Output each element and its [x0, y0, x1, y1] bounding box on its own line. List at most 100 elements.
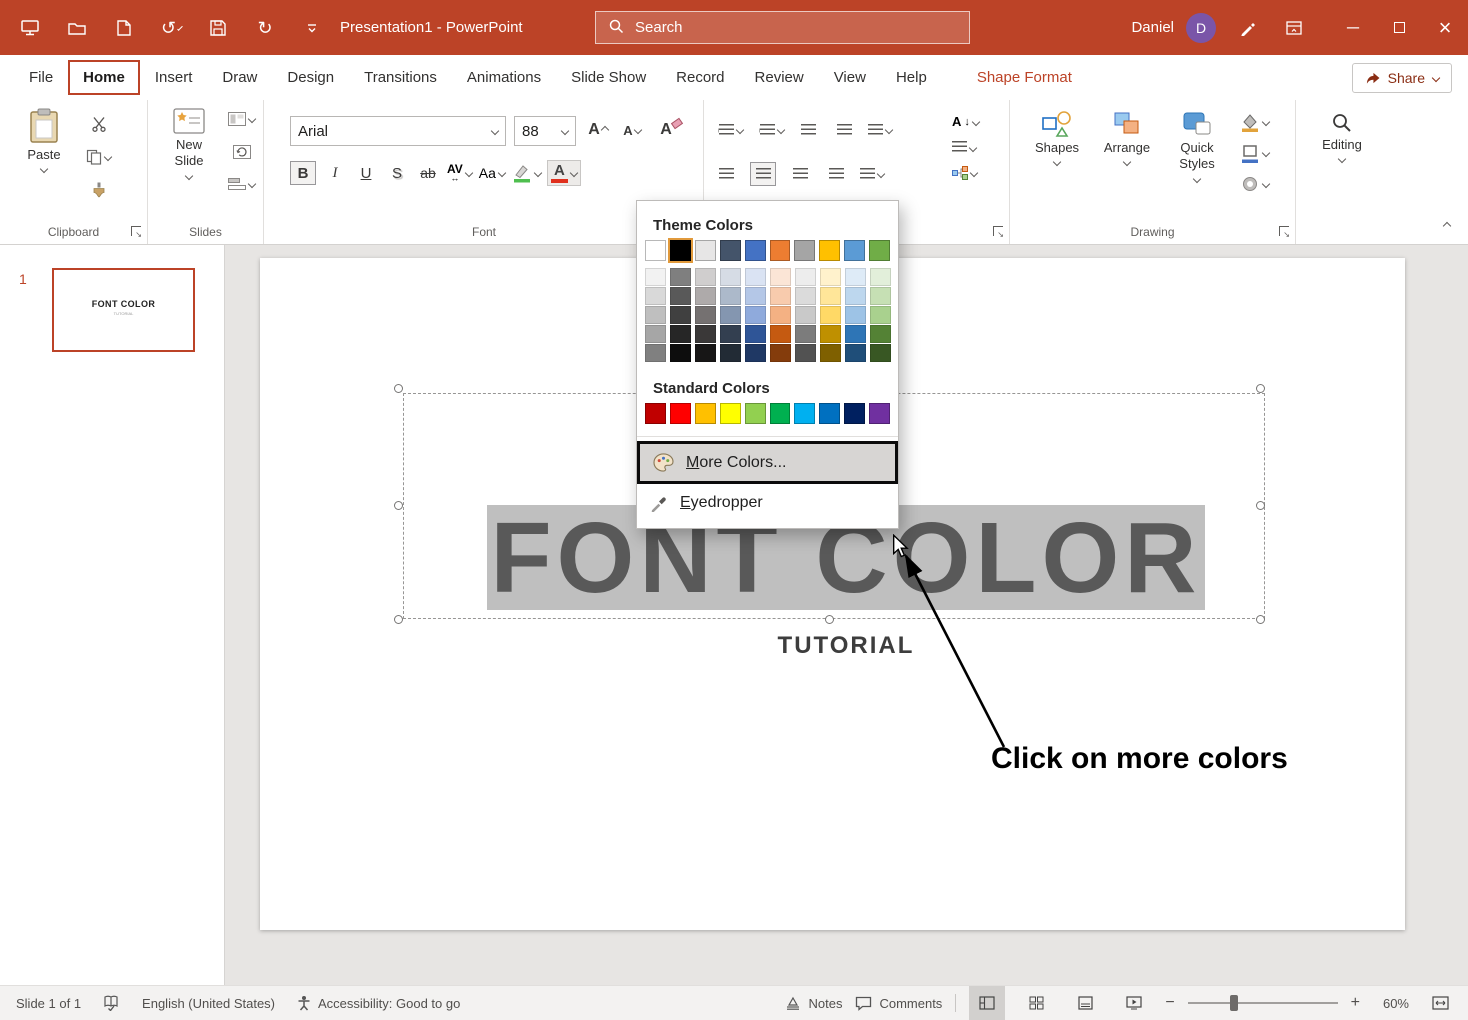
color-swatch[interactable] — [820, 268, 841, 286]
color-swatch[interactable] — [745, 306, 766, 324]
normal-view-button[interactable] — [969, 986, 1005, 1020]
paragraph-dialog-launcher[interactable] — [993, 226, 1003, 236]
color-swatch[interactable] — [795, 306, 816, 324]
tab-record[interactable]: Record — [661, 60, 739, 95]
align-center-button[interactable] — [750, 162, 776, 186]
color-swatch[interactable] — [845, 344, 866, 362]
color-swatch[interactable] — [820, 287, 841, 305]
tab-transitions[interactable]: Transitions — [349, 60, 452, 95]
color-swatch[interactable] — [745, 268, 766, 286]
color-swatch[interactable] — [745, 240, 766, 261]
tab-draw[interactable]: Draw — [207, 60, 272, 95]
slide-subtitle-text[interactable]: TUTORIAL — [487, 632, 1205, 660]
close-button[interactable]: × — [1422, 0, 1468, 55]
convert-smartart-button[interactable] — [952, 166, 979, 180]
color-swatch[interactable] — [720, 306, 741, 324]
avatar[interactable]: D — [1186, 13, 1216, 43]
zoom-in-button[interactable]: + — [1351, 994, 1360, 1012]
notes-button[interactable]: Notes — [785, 996, 842, 1011]
color-swatch[interactable] — [770, 240, 791, 261]
color-swatch[interactable] — [770, 287, 791, 305]
clipboard-dialog-launcher[interactable] — [131, 226, 141, 236]
eyedropper-menu-item[interactable]: Eyedropper — [637, 484, 898, 522]
color-swatch[interactable] — [645, 287, 666, 305]
shape-fill-button[interactable] — [1240, 112, 1269, 132]
copy-button[interactable] — [86, 149, 111, 165]
color-swatch[interactable] — [819, 403, 840, 424]
reset-slide-button[interactable] — [228, 140, 255, 164]
change-case-button[interactable]: Aa — [479, 165, 505, 181]
color-swatch[interactable] — [745, 287, 766, 305]
selection-handle-bottom-left[interactable] — [394, 615, 403, 624]
columns-button[interactable] — [860, 168, 884, 181]
color-swatch[interactable] — [770, 325, 791, 343]
color-swatch[interactable] — [670, 268, 691, 286]
tab-shape-format[interactable]: Shape Format — [962, 60, 1087, 95]
tab-slide-show[interactable]: Slide Show — [556, 60, 661, 95]
color-swatch[interactable] — [745, 344, 766, 362]
zoom-out-button[interactable]: − — [1165, 994, 1174, 1012]
color-swatch[interactable] — [720, 325, 741, 343]
color-swatch[interactable] — [820, 325, 841, 343]
more-colors-menu-item[interactable]: More Colors... — [637, 441, 898, 484]
color-swatch[interactable] — [870, 287, 891, 305]
color-swatch[interactable] — [869, 240, 890, 261]
color-swatch[interactable] — [770, 306, 791, 324]
slide-thumbnail[interactable]: FONT COLOR TUTORIAL — [52, 268, 195, 352]
selection-handle-middle-right[interactable] — [1256, 501, 1265, 510]
color-swatch[interactable] — [695, 268, 716, 286]
format-painter-button[interactable] — [86, 178, 111, 202]
color-swatch[interactable] — [870, 306, 891, 324]
search-box[interactable]: Search — [595, 11, 970, 44]
color-swatch[interactable] — [845, 287, 866, 305]
color-swatch[interactable] — [820, 344, 841, 362]
color-swatch[interactable] — [844, 240, 865, 261]
color-swatch[interactable] — [695, 403, 716, 424]
selection-handle-top-left[interactable] — [394, 384, 403, 393]
color-swatch[interactable] — [720, 287, 741, 305]
tab-help[interactable]: Help — [881, 60, 942, 95]
color-swatch[interactable] — [795, 344, 816, 362]
color-swatch[interactable] — [670, 325, 691, 343]
color-swatch[interactable] — [770, 268, 791, 286]
color-swatch[interactable] — [845, 306, 866, 324]
align-left-button[interactable] — [714, 162, 738, 186]
ink-pen-icon[interactable] — [1238, 18, 1258, 38]
spellcheck-button[interactable] — [103, 995, 120, 1011]
selection-handle-top-right[interactable] — [1256, 384, 1265, 393]
color-swatch[interactable] — [720, 344, 741, 362]
color-swatch[interactable] — [819, 240, 840, 261]
color-swatch[interactable] — [670, 240, 691, 261]
shapes-button[interactable]: Shapes — [1028, 110, 1086, 165]
color-swatch[interactable] — [745, 325, 766, 343]
accessibility-button[interactable]: Accessibility: Good to go — [297, 995, 460, 1011]
text-direction-button[interactable]: A↓ — [952, 114, 979, 129]
color-swatch[interactable] — [795, 268, 816, 286]
slide-sorter-view-button[interactable] — [1018, 986, 1054, 1020]
slide-indicator[interactable]: Slide 1 of 1 — [16, 996, 81, 1011]
font-size-combo[interactable]: 88 — [514, 116, 576, 146]
redo-button[interactable]: ↻ — [255, 18, 275, 38]
editing-button[interactable]: Editing — [1310, 112, 1374, 162]
reading-view-button[interactable] — [1067, 986, 1103, 1020]
bold-button[interactable]: B — [290, 161, 316, 185]
color-swatch[interactable] — [820, 306, 841, 324]
layout-button[interactable] — [228, 112, 255, 126]
comments-button[interactable]: Comments — [855, 996, 942, 1011]
color-swatch[interactable] — [670, 344, 691, 362]
share-button[interactable]: Share — [1352, 63, 1452, 93]
tab-home[interactable]: Home — [68, 60, 140, 95]
italic-button[interactable]: I — [323, 161, 347, 185]
color-swatch[interactable] — [645, 306, 666, 324]
color-swatch[interactable] — [720, 403, 741, 424]
color-swatch[interactable] — [695, 287, 716, 305]
color-swatch[interactable] — [770, 403, 791, 424]
numbering-button[interactable] — [755, 124, 784, 137]
undo-button[interactable]: ↺ — [161, 18, 181, 38]
tab-insert[interactable]: Insert — [140, 60, 208, 95]
color-swatch[interactable] — [794, 403, 815, 424]
color-swatch[interactable] — [670, 287, 691, 305]
color-swatch[interactable] — [720, 240, 741, 261]
collapse-ribbon-button[interactable] — [1444, 216, 1450, 234]
selection-handle-bottom-center[interactable] — [825, 615, 834, 624]
